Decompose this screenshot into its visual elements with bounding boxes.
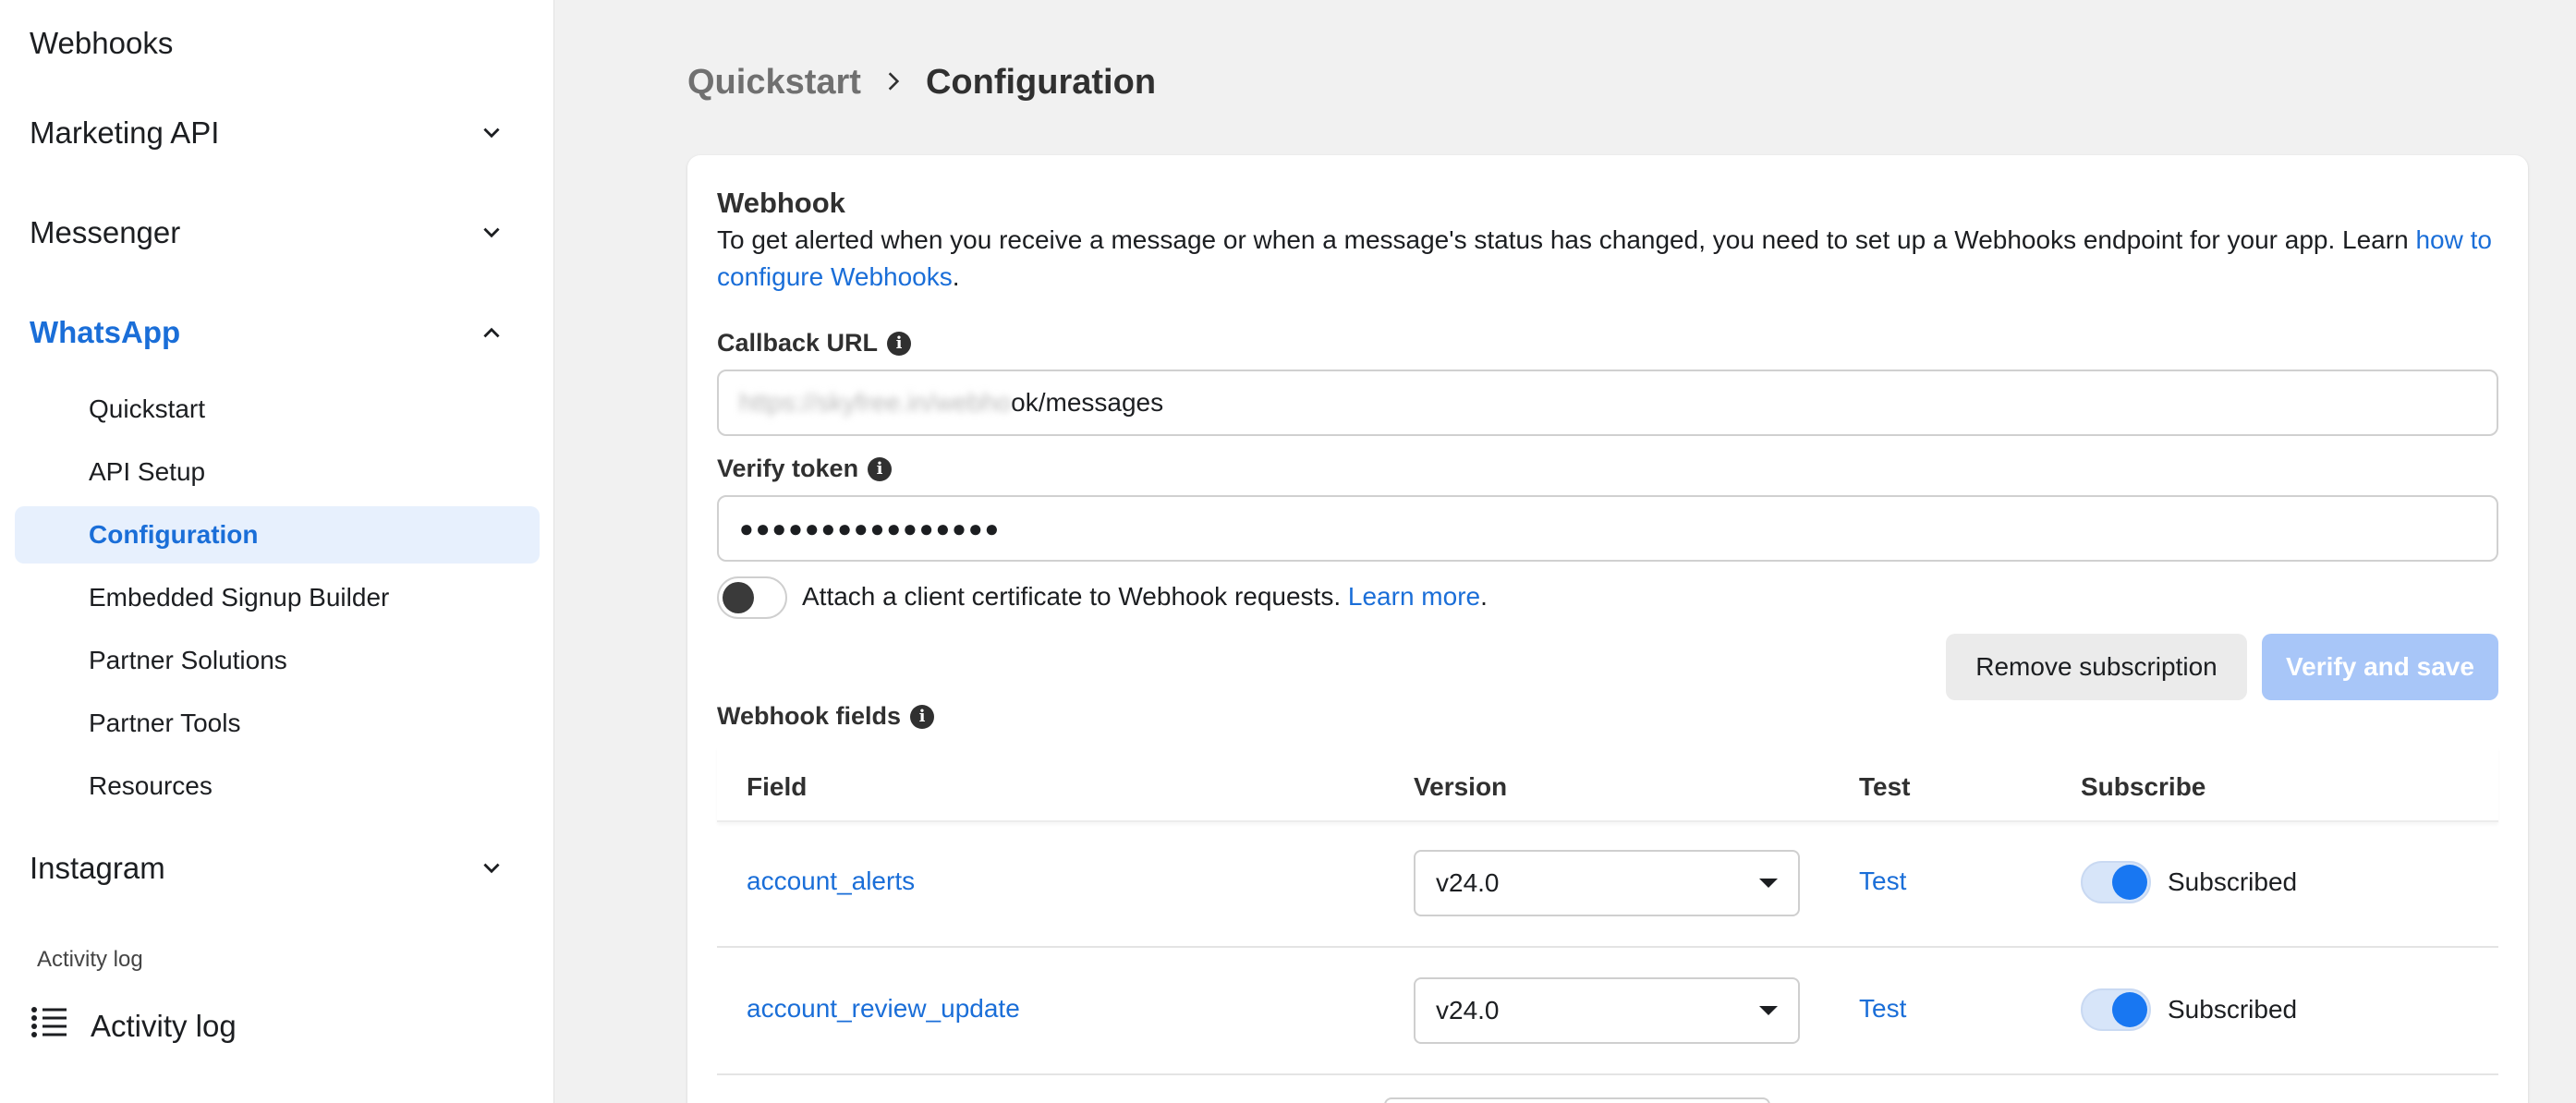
webhook-title: Webhook [717,187,845,219]
sidebar-item-label: Activity log [91,1009,237,1043]
callback-url-input[interactable]: https://skyfree.in/webho ok/messages [717,370,2498,436]
description-text: To get alerted when you receive a messag… [717,225,2416,254]
verify-token-input[interactable]: ●●●●●●●●●●●●●●●● [717,495,2498,562]
info-icon[interactable]: i [868,456,893,481]
webhook-description: To get alerted when you receive a messag… [717,222,2500,296]
callback-url-label: Callback URL i [717,329,912,358]
column-header-subscribe: Subscribe [2081,772,2206,801]
version-value: v24.0 [1436,996,1500,1024]
verify-token-value: ●●●●●●●●●●●●●●●● [739,514,1002,542]
breadcrumb-quickstart[interactable]: Quickstart [687,63,861,103]
test-link[interactable]: Test [1859,867,1906,896]
sidebar-section-label: Marketing API [30,115,220,150]
subscribe-status: Subscribed [2168,995,2298,1024]
sidebar-item-partner-tools[interactable]: Partner Tools [15,695,540,752]
sidebar-caption-activity-log: Activity log [37,947,143,972]
sidebar-item-resources[interactable]: Resources [15,758,540,815]
table-row: account_alerts v24.0 Test Subscribed [717,820,2498,948]
sidebar-section-label: Messenger [30,215,181,249]
subscribe-toggle[interactable] [2081,988,2151,1031]
client-certificate-toggle[interactable] [717,576,787,619]
sidebar: Webhooks Marketing API Messenger WhatsAp… [0,0,554,1103]
list-icon [30,1002,70,1050]
version-select-partial[interactable] [1384,1097,1770,1103]
breadcrumb: Quickstart Configuration [687,63,1156,103]
webhook-card: Webhook To get alerted when you receive … [687,155,2528,1103]
subscribe-toggle[interactable] [2081,861,2151,903]
column-header-field: Field [747,772,808,801]
subscribe-control: Subscribed [2081,988,2297,1031]
verify-token-label-text: Verify token [717,455,859,482]
toggle-knob [2112,865,2147,900]
chevron-down-icon [473,214,510,251]
sidebar-section-messenger[interactable]: Messenger [30,205,510,261]
verify-and-save-button[interactable]: Verify and save [2262,634,2498,700]
info-icon[interactable]: i [910,704,935,729]
cert-text: Attach a client certificate to Webhook r… [802,582,1348,611]
table-row: account_review_update v24.0 Test Subscri… [717,948,2498,1075]
version-value: v24.0 [1436,868,1500,897]
version-select[interactable]: v24.0 [1414,977,1800,1044]
learn-more-link[interactable]: Learn more [1348,582,1480,611]
webhook-fields-header: Field Version Test Subscribe [717,746,2498,822]
sidebar-section-label: WhatsApp [30,315,181,349]
caret-down-icon [1759,879,1778,888]
chevron-right-icon [881,63,905,103]
callback-url-label-text: Callback URL [717,329,879,357]
chevron-down-icon [473,115,510,152]
description-end: . [952,262,960,291]
remove-subscription-button[interactable]: Remove subscription [1946,634,2247,700]
toggle-knob [723,582,754,613]
webhook-fields-label: Webhook fields i [717,702,935,731]
subscribe-control: Subscribed [2081,861,2297,903]
caret-down-icon [1759,1006,1778,1015]
info-icon[interactable]: i [887,331,912,356]
verify-token-label: Verify token i [717,455,893,483]
field-name-link[interactable]: account_alerts [747,867,915,896]
page-title: Configuration [925,63,1157,102]
sidebar-item-embedded-signup-builder[interactable]: Embedded Signup Builder [15,569,540,626]
cert-end: . [1480,582,1488,611]
chevron-down-icon [473,850,510,887]
sidebar-item-quickstart[interactable]: Quickstart [15,381,540,438]
chevron-up-icon [473,314,510,351]
webhook-fields-label-text: Webhook fields [717,702,902,730]
sidebar-item-partner-solutions[interactable]: Partner Solutions [15,632,540,689]
column-header-test: Test [1859,772,1911,801]
sidebar-item-activity-log[interactable]: Activity log [30,1002,237,1050]
sidebar-item-api-setup[interactable]: API Setup [15,443,540,501]
field-name-link[interactable]: account_review_update [747,994,1020,1024]
sidebar-item-webhooks[interactable]: Webhooks [30,26,173,61]
sidebar-section-marketing-api[interactable]: Marketing API [30,105,510,161]
sidebar-section-whatsapp[interactable]: WhatsApp [30,305,510,360]
sidebar-item-configuration[interactable]: Configuration [15,506,540,564]
version-select[interactable]: v24.0 [1414,850,1800,916]
callback-url-visible: ok/messages [1011,388,1164,417]
subscribe-status: Subscribed [2168,867,2298,896]
toggle-knob [2112,992,2147,1027]
client-certificate-text: Attach a client certificate to Webhook r… [802,582,1488,612]
sidebar-section-label: Instagram [30,851,165,885]
test-link[interactable]: Test [1859,994,1906,1024]
callback-url-redacted: https://skyfree.in/webho [739,388,1012,417]
column-header-version: Version [1414,772,1508,801]
sidebar-section-instagram[interactable]: Instagram [30,841,510,896]
